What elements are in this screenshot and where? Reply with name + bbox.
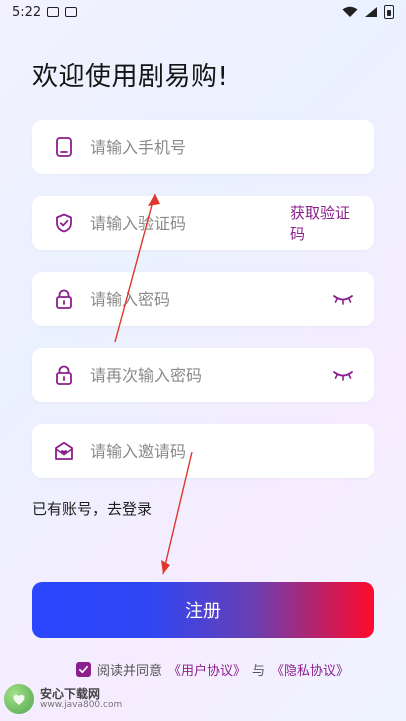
password-field[interactable] bbox=[32, 272, 374, 326]
status-right bbox=[342, 5, 394, 19]
eye-closed-icon[interactable] bbox=[332, 368, 354, 382]
watermark-text: 安心下载网 www.java800.com bbox=[40, 688, 122, 710]
signal-icon bbox=[365, 7, 377, 17]
watermark-logo-icon bbox=[4, 684, 34, 714]
privacy-agreement-link[interactable]: 《隐私协议》 bbox=[271, 660, 349, 679]
confirm-password-input[interactable] bbox=[90, 365, 332, 385]
confirm-password-field[interactable] bbox=[32, 348, 374, 402]
wifi-icon bbox=[342, 6, 358, 17]
lock-icon bbox=[54, 289, 74, 309]
eye-closed-icon[interactable] bbox=[332, 292, 354, 306]
watermark: 安心下载网 www.java800.com bbox=[4, 684, 122, 714]
page-title: 欢迎使用剧易购! bbox=[32, 62, 229, 92]
notification-a-icon bbox=[47, 7, 60, 17]
mail-heart-icon bbox=[54, 441, 74, 461]
code-field[interactable]: 获取验证码 bbox=[32, 196, 374, 250]
battery-icon bbox=[384, 5, 394, 19]
watermark-title: 安心下载网 bbox=[40, 686, 101, 701]
password-input[interactable] bbox=[90, 289, 332, 309]
notification-b-icon bbox=[65, 7, 78, 17]
phone-field[interactable] bbox=[32, 120, 374, 174]
agreement-row: 阅读并同意 《用户协议》 与 《隐私协议》 bbox=[76, 660, 349, 679]
status-bar: 5:22 bbox=[0, 0, 406, 24]
status-left: 5:22 bbox=[12, 4, 78, 20]
invite-input[interactable] bbox=[90, 441, 374, 461]
status-time: 5:22 bbox=[12, 4, 42, 20]
arrowhead-down-icon bbox=[161, 560, 170, 574]
login-link[interactable]: 已有账号，去登录 bbox=[32, 498, 152, 519]
register-button[interactable]: 注册 bbox=[32, 582, 374, 638]
agreement-conjunction: 与 bbox=[252, 664, 266, 679]
shield-icon bbox=[54, 213, 74, 233]
phone-input[interactable] bbox=[90, 137, 374, 157]
agreement-checkbox[interactable] bbox=[76, 662, 91, 677]
lock-icon bbox=[54, 365, 74, 385]
get-code-button[interactable]: 获取验证码 bbox=[290, 202, 356, 244]
watermark-url: www.java800.com bbox=[40, 699, 123, 710]
user-agreement-link[interactable]: 《用户协议》 bbox=[168, 660, 246, 679]
code-input[interactable] bbox=[90, 213, 290, 233]
phone-icon bbox=[54, 137, 74, 157]
invite-field[interactable] bbox=[32, 424, 374, 478]
check-icon bbox=[79, 665, 88, 674]
agreement-prefix: 阅读并同意 bbox=[97, 664, 163, 679]
